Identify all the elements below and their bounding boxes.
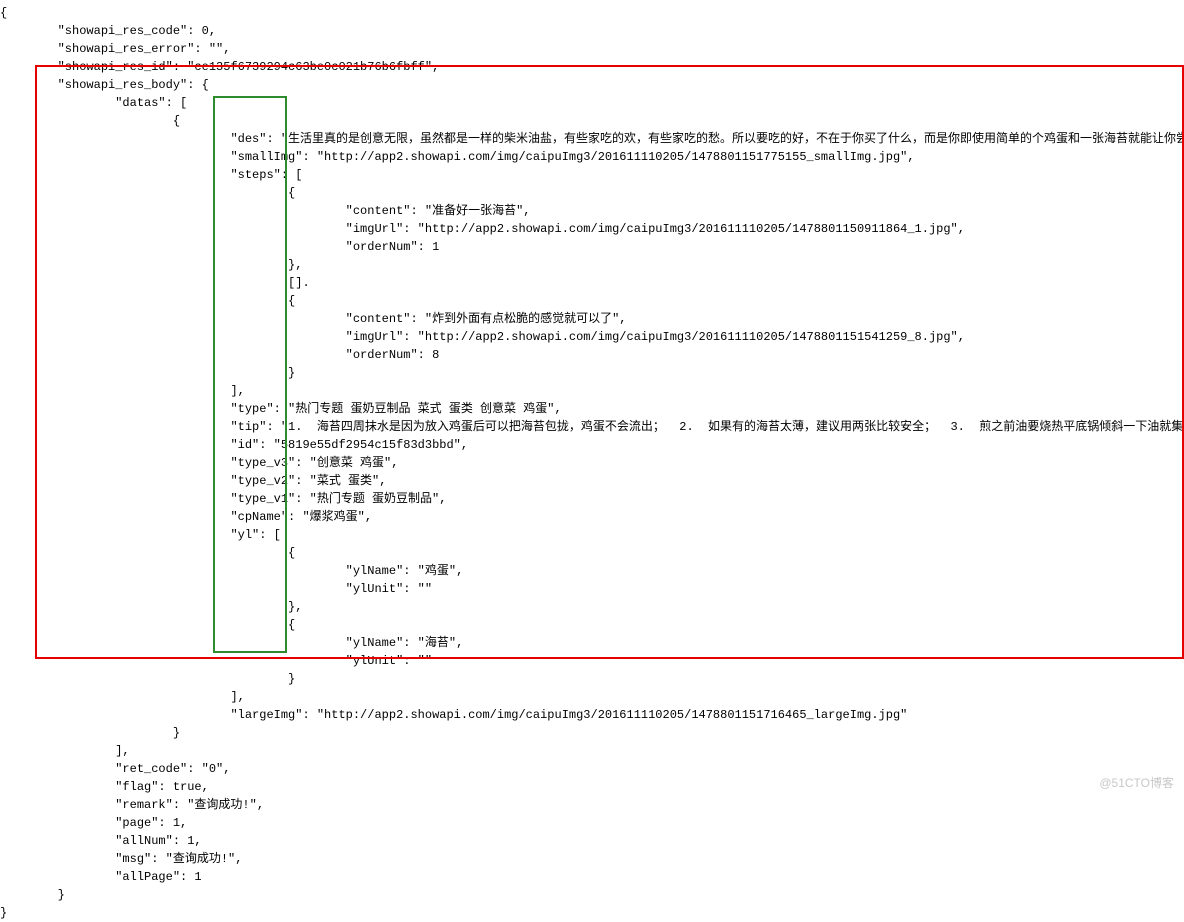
line-allpage: "allPage": 1 bbox=[0, 868, 1184, 886]
line-res-body: "showapi_res_body": { bbox=[0, 76, 1184, 94]
line-yl1-unit: "ylUnit": "" bbox=[0, 580, 1184, 598]
line-yl2-close: } bbox=[0, 670, 1184, 688]
line-steps-close: ], bbox=[0, 382, 1184, 400]
line-res-error: "showapi_res_error": "", bbox=[0, 40, 1184, 58]
line-yl2-unit: "ylUnit": "" bbox=[0, 652, 1184, 670]
line-step8-content: "content": "炸到外面有点松脆的感觉就可以了", bbox=[0, 310, 1184, 328]
line-type: "type": "热门专题 蛋奶豆制品 菜式 蛋类 创意菜 鸡蛋", bbox=[0, 400, 1184, 418]
line-datas-open: "datas": [ bbox=[0, 94, 1184, 112]
line-body-close: } bbox=[0, 886, 1184, 904]
line-type-v2: "type_v2": "菜式 蛋类", bbox=[0, 472, 1184, 490]
line-remark: "remark": "查询成功!", bbox=[0, 796, 1184, 814]
line-yl2-open: { bbox=[0, 616, 1184, 634]
line-msg: "msg": "查询成功!", bbox=[0, 850, 1184, 868]
line-des: "des": "生活里真的是创意无限，虽然都是一样的柴米油盐，有些家吃的欢，有些… bbox=[0, 130, 1184, 148]
line-yl1-name: "ylName": "鸡蛋", bbox=[0, 562, 1184, 580]
line-tip: "tip": "1. 海苔四周抹水是因为放入鸡蛋后可以把海苔包拢，鸡蛋不会流出；… bbox=[0, 418, 1184, 436]
json-content: { "showapi_res_code": 0, "showapi_res_er… bbox=[0, 4, 1184, 922]
line-cpname: "cpName": "爆浆鸡蛋", bbox=[0, 508, 1184, 526]
line-largeimg: "largeImg": "http://app2.showapi.com/img… bbox=[0, 706, 1184, 724]
line-yl1-close: }, bbox=[0, 598, 1184, 616]
line-yl-close: ], bbox=[0, 688, 1184, 706]
line-item-close: } bbox=[0, 724, 1184, 742]
line-close-brace: } bbox=[0, 904, 1184, 922]
line-step8-imgurl: "imgUrl": "http://app2.showapi.com/img/c… bbox=[0, 328, 1184, 346]
line-datas-close: ], bbox=[0, 742, 1184, 760]
json-viewer: { "showapi_res_code": 0, "showapi_res_er… bbox=[0, 0, 1184, 800]
line-step8-open: { bbox=[0, 292, 1184, 310]
line-type-v1: "type_v1": "热门专题 蛋奶豆制品", bbox=[0, 490, 1184, 508]
line-open-brace: { bbox=[0, 4, 1184, 22]
line-step1-open: { bbox=[0, 184, 1184, 202]
line-ellipsis: []. bbox=[0, 274, 1184, 292]
line-item-open: { bbox=[0, 112, 1184, 130]
line-yl2-name: "ylName": "海苔", bbox=[0, 634, 1184, 652]
line-flag: "flag": true, bbox=[0, 778, 1184, 796]
line-page: "page": 1, bbox=[0, 814, 1184, 832]
line-res-id: "showapi_res_id": "ce135f6739294c63be0c0… bbox=[0, 58, 1184, 76]
watermark: @51CTO博客 bbox=[1099, 774, 1174, 792]
line-step1-ordernum: "orderNum": 1 bbox=[0, 238, 1184, 256]
line-steps-open: "steps": [ bbox=[0, 166, 1184, 184]
line-yl1-open: { bbox=[0, 544, 1184, 562]
line-step1-content: "content": "准备好一张海苔", bbox=[0, 202, 1184, 220]
line-smallimg: "smallImg": "http://app2.showapi.com/img… bbox=[0, 148, 1184, 166]
line-res-code: "showapi_res_code": 0, bbox=[0, 22, 1184, 40]
line-step8-close: } bbox=[0, 364, 1184, 382]
line-yl-open: "yl": [ bbox=[0, 526, 1184, 544]
line-step8-ordernum: "orderNum": 8 bbox=[0, 346, 1184, 364]
line-step1-close: }, bbox=[0, 256, 1184, 274]
line-type-v3: "type_v3": "创意菜 鸡蛋", bbox=[0, 454, 1184, 472]
line-ret-code: "ret_code": "0", bbox=[0, 760, 1184, 778]
line-step1-imgurl: "imgUrl": "http://app2.showapi.com/img/c… bbox=[0, 220, 1184, 238]
line-id: "id": "5819e55df2954c15f83d3bbd", bbox=[0, 436, 1184, 454]
line-allnum: "allNum": 1, bbox=[0, 832, 1184, 850]
